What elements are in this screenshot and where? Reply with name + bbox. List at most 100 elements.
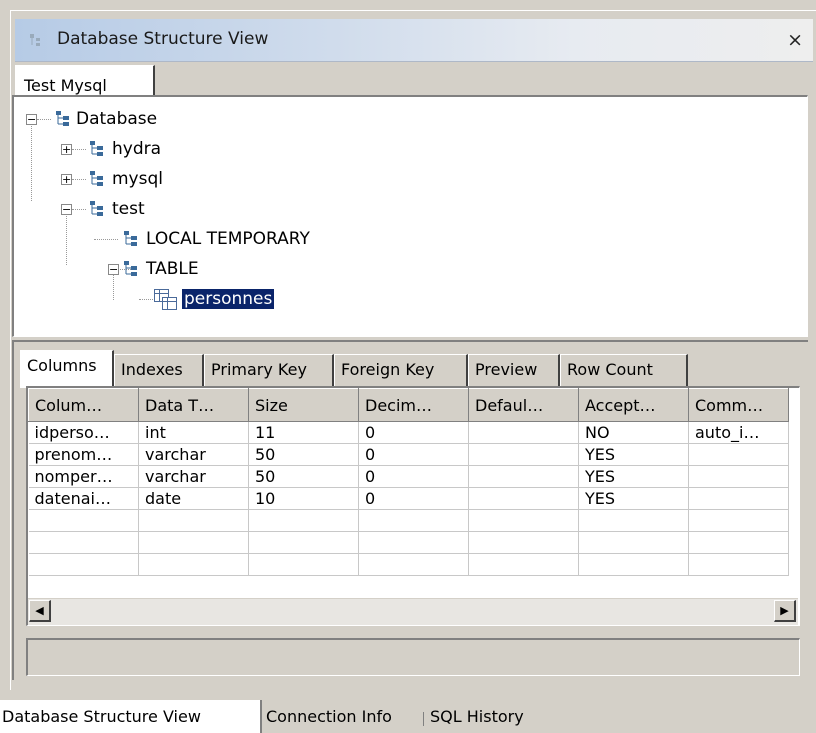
schema-icon <box>90 141 103 156</box>
tree-guide-line <box>139 299 153 300</box>
horizontal-scrollbar[interactable]: ◀ ▶ <box>28 598 798 625</box>
tab-preview[interactable]: Preview <box>468 354 560 386</box>
table-cell <box>28 531 139 554</box>
table-cell <box>468 531 579 554</box>
table-cell <box>688 465 789 488</box>
schema-icon <box>56 111 69 126</box>
bottom-tab-strip: Database Structure View Connection Info … <box>0 700 816 733</box>
tree-guide-line <box>72 149 86 150</box>
table-cell: YES <box>578 443 689 466</box>
tree-node-table[interactable]: TABLE <box>146 257 199 281</box>
tree-node-hydra[interactable]: hydra <box>112 137 161 161</box>
table-cell: 10 <box>248 487 359 510</box>
collapse-toggle-table[interactable]: − <box>108 264 119 275</box>
tab-divider <box>423 712 424 726</box>
schema-icon <box>90 201 103 216</box>
tree-guide-line <box>31 119 32 201</box>
connection-tab-label: Test Mysql <box>24 76 107 95</box>
structure-tree-pane: − Database + hydra + mysql − test LOCAL … <box>12 95 808 337</box>
table-cell <box>578 509 689 532</box>
tab-connection-info[interactable]: Connection Info <box>266 700 392 733</box>
structure-tree: − Database + hydra + mysql − test LOCAL … <box>14 97 807 336</box>
tree-node-database[interactable]: Database <box>76 107 157 131</box>
table-cell <box>28 553 139 576</box>
table-cell: nomper… <box>28 465 139 488</box>
table-cell <box>28 509 139 532</box>
table-cell: YES <box>578 487 689 510</box>
table-cell: 0 <box>358 465 469 488</box>
columns-grid: Colum… Data T… Size Decim… Defaul… Accep… <box>26 386 800 626</box>
table-row[interactable]: datenai… date 10 0 YES <box>28 487 789 510</box>
table-cell <box>358 531 469 554</box>
table-cell: auto_i… <box>688 421 789 444</box>
table-cell: 0 <box>358 443 469 466</box>
table-cell <box>688 487 789 510</box>
column-header[interactable]: Size <box>248 388 359 422</box>
table-row[interactable]: idperso… int 11 0 NO auto_i… <box>28 421 789 444</box>
tree-node-personnes[interactable]: personnes <box>180 287 276 311</box>
table-cell: date <box>138 487 249 510</box>
tab-foreign-key[interactable]: Foreign Key <box>334 354 468 386</box>
column-header[interactable]: Decim… <box>358 388 469 422</box>
schema-icon <box>124 261 137 276</box>
column-header[interactable]: Comm… <box>688 388 789 422</box>
tree-node-local-temporary[interactable]: LOCAL TEMPORARY <box>146 227 310 251</box>
schema-icon <box>124 231 137 246</box>
table-cell <box>468 487 579 510</box>
table-cell: 0 <box>358 421 469 444</box>
table-cell: idperso… <box>28 421 139 444</box>
table-cell <box>468 509 579 532</box>
tab-sql-history[interactable]: SQL History <box>430 700 524 733</box>
column-header[interactable]: Defaul… <box>468 388 579 422</box>
tree-guide-line <box>94 239 118 240</box>
tree-node-test[interactable]: test <box>112 197 145 221</box>
table-cell: int <box>138 421 249 444</box>
table-cell <box>468 443 579 466</box>
table-cell: prenom… <box>28 443 139 466</box>
table-cell <box>468 421 579 444</box>
close-icon[interactable]: × <box>787 29 803 51</box>
table-cell: datenai… <box>28 487 139 510</box>
column-header[interactable]: Data T… <box>138 388 249 422</box>
selected-table-label: personnes <box>180 288 276 310</box>
table-cell <box>688 553 789 576</box>
tree-guide-line <box>37 119 51 120</box>
table-row[interactable] <box>28 531 789 554</box>
columns-table: Colum… Data T… Size Decim… Defaul… Accep… <box>28 388 789 576</box>
table-cell: 50 <box>248 465 359 488</box>
table-cell <box>468 553 579 576</box>
table-cell <box>138 509 249 532</box>
table-cell <box>468 465 579 488</box>
table-cell <box>248 553 359 576</box>
table-row[interactable] <box>28 509 789 532</box>
expand-toggle-mysql[interactable]: + <box>61 174 72 185</box>
collapse-toggle-database[interactable]: − <box>26 114 37 125</box>
table-cell <box>248 509 359 532</box>
table-cell <box>138 531 249 554</box>
table-cell <box>578 553 689 576</box>
table-cell: YES <box>578 465 689 488</box>
title-bar[interactable]: Database Structure View × <box>15 19 813 62</box>
tree-guide-line <box>72 179 86 180</box>
tab-row-count[interactable]: Row Count <box>560 354 688 386</box>
window-title: Database Structure View <box>57 29 269 49</box>
table-cell <box>688 509 789 532</box>
table-row[interactable]: nomper… varchar 50 0 YES <box>28 465 789 488</box>
column-header[interactable]: Accept… <box>578 388 689 422</box>
table-row[interactable] <box>28 553 789 576</box>
table-cell <box>248 531 359 554</box>
tab-primary-key[interactable]: Primary Key <box>204 354 334 386</box>
tab-database-structure-view[interactable]: Database Structure View <box>0 700 262 733</box>
column-header[interactable]: Colum… <box>28 388 139 422</box>
collapse-toggle-test[interactable]: − <box>61 204 72 215</box>
table-cell <box>688 531 789 554</box>
tree-node-mysql[interactable]: mysql <box>112 167 163 191</box>
tab-columns[interactable]: Columns <box>20 350 114 388</box>
table-cell: 50 <box>248 443 359 466</box>
scroll-left-icon[interactable]: ◀ <box>29 600 51 622</box>
tab-indexes[interactable]: Indexes <box>114 354 204 386</box>
table-row[interactable]: prenom… varchar 50 0 YES <box>28 443 789 466</box>
expand-toggle-hydra[interactable]: + <box>61 144 72 155</box>
table-cell <box>688 443 789 466</box>
scroll-right-icon[interactable]: ▶ <box>774 600 796 622</box>
